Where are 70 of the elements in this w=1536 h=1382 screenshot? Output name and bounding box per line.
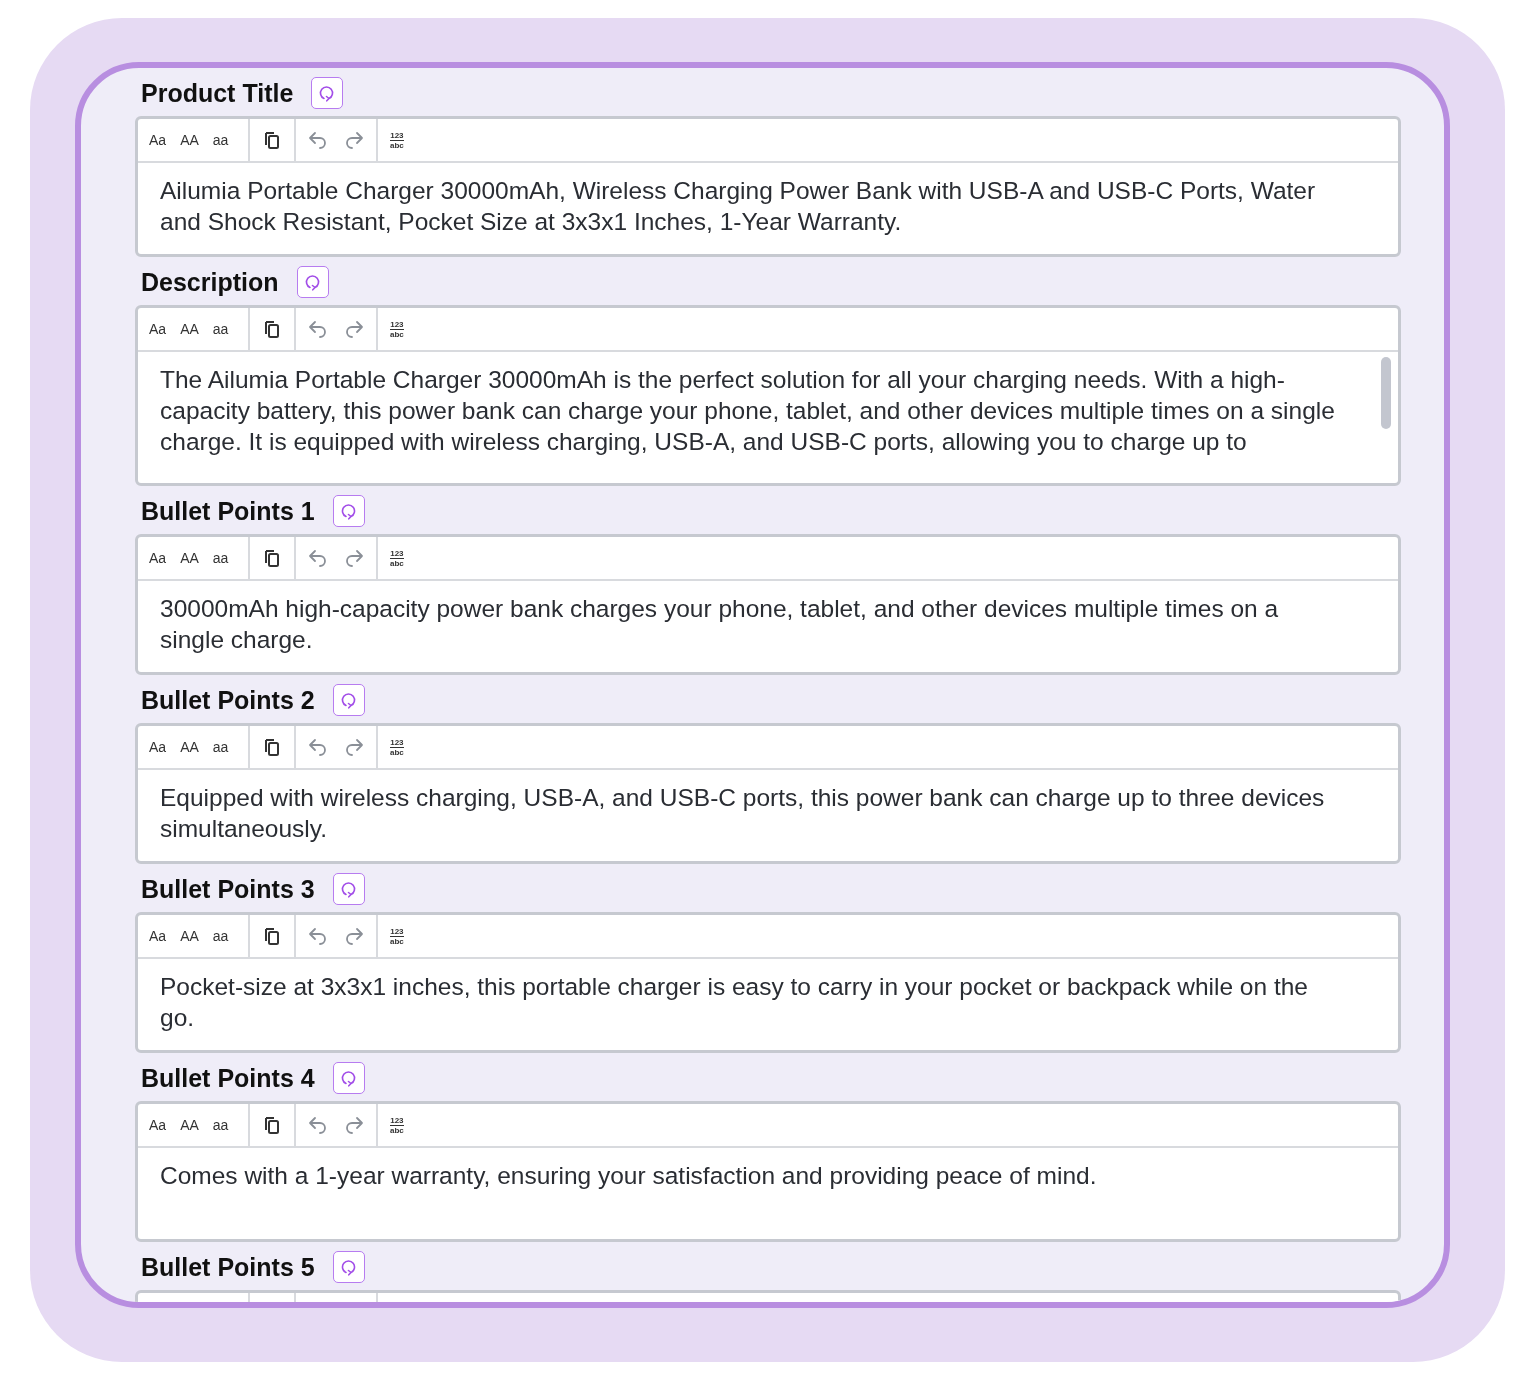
redo-icon[interactable]	[344, 1116, 364, 1134]
redo-icon[interactable]	[344, 927, 364, 945]
case-button[interactable]: aa	[209, 1117, 232, 1133]
case-button[interactable]: AA	[177, 928, 202, 944]
case-button[interactable]: Aa	[146, 928, 170, 944]
case-button[interactable]: Aa	[146, 132, 170, 148]
field-label: Bullet Points 1	[141, 496, 315, 526]
spellcheck-button[interactable]: 123 abc	[386, 548, 408, 568]
redo-icon[interactable]	[344, 131, 364, 149]
spellcheck-button[interactable]: 123 abc	[386, 737, 408, 757]
copy-icon[interactable]	[264, 926, 280, 946]
field-label: Bullet Points 5	[141, 1252, 315, 1282]
case-button[interactable]: aa	[209, 321, 232, 337]
copy-icon[interactable]	[264, 548, 280, 568]
case-button[interactable]: aa	[209, 550, 232, 566]
case-button[interactable]: aa	[209, 739, 232, 755]
refresh-icon	[319, 84, 336, 102]
refresh-icon	[340, 880, 357, 898]
field-label: Product Title	[141, 78, 294, 108]
case-button[interactable]: AA	[177, 550, 202, 566]
copy-icon[interactable]	[264, 130, 280, 150]
case-button[interactable]: AA	[177, 321, 202, 337]
field-label: Bullet Points 2	[141, 685, 315, 715]
field-label: Bullet Points 4	[141, 1063, 315, 1093]
refresh-icon	[340, 1069, 357, 1087]
field-label: Bullet Points 3	[141, 874, 315, 904]
redo-icon[interactable]	[344, 549, 364, 567]
regenerate-button[interactable]	[296, 266, 329, 298]
case-button[interactable]: aa	[209, 928, 232, 944]
case-button[interactable]: Aa	[146, 550, 170, 566]
spellcheck-button[interactable]: 123 abc	[386, 130, 408, 150]
field-text[interactable]: Pocket-size at 3x3x1 inches, this portable charger is easy to carry in your pocket or backpack while on the go.	[160, 971, 1338, 1033]
case-button[interactable]: Aa	[146, 739, 170, 755]
field-text[interactable]: 30000mAh high-capacity power bank charges your phone, tablet, and other devices multiple times on a single charge.	[160, 593, 1338, 655]
undo-icon[interactable]	[308, 738, 328, 756]
regenerate-button[interactable]	[332, 873, 365, 905]
regenerate-button[interactable]	[311, 77, 344, 109]
copy-icon[interactable]	[264, 319, 280, 339]
undo-icon[interactable]	[308, 1116, 328, 1134]
spellcheck-button[interactable]: 123 abc	[386, 1115, 408, 1135]
regenerate-button[interactable]	[332, 495, 365, 527]
regenerate-button[interactable]	[332, 1062, 365, 1094]
case-button[interactable]: Aa	[146, 321, 170, 337]
field-text[interactable]: Comes with a 1-year warranty, ensuring your satisfaction and providing peace of mind.	[160, 1160, 1338, 1191]
undo-icon[interactable]	[308, 927, 328, 945]
copy-icon[interactable]	[264, 1115, 280, 1135]
field-text[interactable]: Ailumia Portable Charger 30000mAh, Wireless Charging Power Bank with USB-A and USB-C Ports, Water and Shock Resistant, Pocket Size at 3x3x1 Inches, 1-Year Warranty.	[160, 175, 1338, 237]
spellcheck-button[interactable]: 123 abc	[386, 926, 408, 946]
scrollbar-thumb[interactable]	[1381, 357, 1391, 429]
copy-icon[interactable]	[264, 737, 280, 757]
case-button[interactable]: AA	[177, 132, 202, 148]
case-button[interactable]: Aa	[146, 1117, 170, 1133]
field-text[interactable]: Equipped with wireless charging, USB-A, and USB-C ports, this power bank can charge up to three devices simultaneously.	[160, 782, 1338, 844]
refresh-icon	[340, 1258, 357, 1276]
field-text[interactable]: The Ailumia Portable Charger 30000mAh is the perfect solution for all your charging needs. With a high-capacity battery, this power bank can charge your phone, tablet, and other devices multiple times on a single charge. It is equipped with wireless charging, USB-A, and USB-C ports, allowing you to charge up to	[160, 364, 1338, 457]
regenerate-button[interactable]	[332, 1251, 365, 1283]
refresh-icon	[340, 691, 357, 709]
field-label: Description	[141, 267, 279, 297]
refresh-icon	[304, 273, 321, 291]
undo-icon[interactable]	[308, 131, 328, 149]
refresh-icon	[340, 502, 357, 520]
redo-icon[interactable]	[344, 320, 364, 338]
case-button[interactable]: AA	[177, 1117, 202, 1133]
undo-icon[interactable]	[308, 320, 328, 338]
regenerate-button[interactable]	[332, 684, 365, 716]
spellcheck-button[interactable]: 123 abc	[386, 319, 408, 339]
case-button[interactable]: AA	[177, 739, 202, 755]
redo-icon[interactable]	[344, 738, 364, 756]
case-button[interactable]: aa	[209, 132, 232, 148]
undo-icon[interactable]	[308, 549, 328, 567]
